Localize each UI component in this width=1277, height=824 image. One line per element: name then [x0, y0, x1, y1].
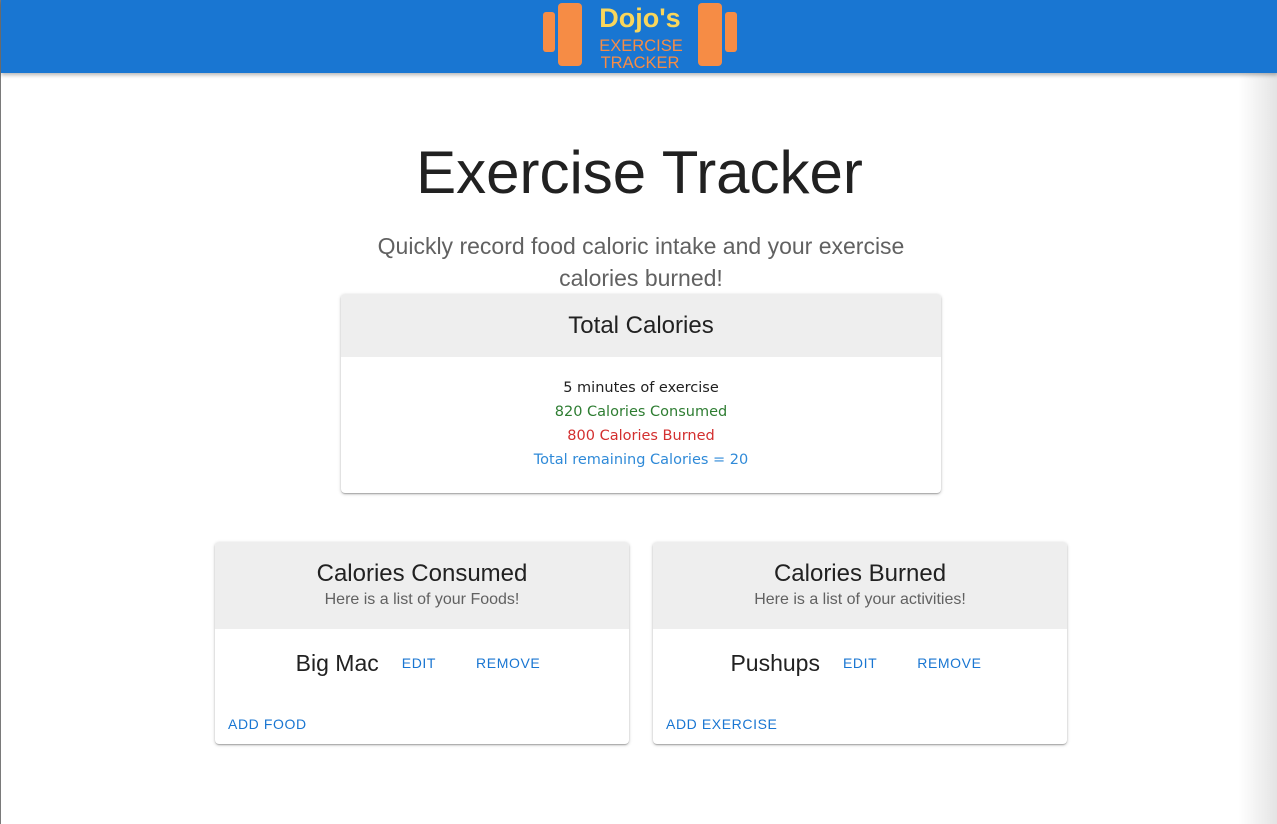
remove-food-button[interactable]: REMOVE: [468, 649, 548, 677]
edit-exercise-button[interactable]: EDIT: [835, 649, 885, 677]
logo-line-3: TRACKER: [601, 54, 680, 70]
logo-line-1: Dojo's: [599, 3, 680, 33]
calories-burned-title: Calories Burned: [773, 560, 947, 587]
remaining-calories: Total remaining Calories = 20: [533, 452, 749, 468]
calories-burned-total: 800 Calories Burned: [567, 428, 715, 444]
page-subtitle: Quickly record food caloric intake and y…: [377, 233, 905, 291]
calories-burned-subtitle: Here is a list of your activities!: [754, 591, 966, 608]
calories-consumed-title: Calories Consumed: [316, 560, 528, 587]
calories-consumed-card: Calories Consumed Here is a list of your…: [215, 542, 629, 744]
list-item: Pushups EDIT REMOVE: [653, 647, 1067, 679]
calorie-stats: 5 minutes of exercise 820 Calories Consu…: [341, 357, 941, 472]
calories-burned-header: Calories Burned Here is a list of your a…: [653, 542, 1067, 629]
edit-food-button[interactable]: EDIT: [394, 649, 444, 677]
calories-consumed-header: Calories Consumed Here is a list of your…: [215, 542, 629, 629]
calories-burned-card: Calories Burned Here is a list of your a…: [653, 542, 1067, 744]
exercise-item-name: Pushups: [730, 649, 820, 676]
food-item-name: Big Mac: [295, 649, 379, 676]
page-title: Exercise Tracker: [416, 139, 863, 206]
logo-line-2: EXERCISE: [599, 37, 682, 55]
list-item: Big Mac EDIT REMOVE: [215, 647, 629, 679]
total-calories-header: Total Calories: [341, 294, 941, 357]
exercise-minutes: 5 minutes of exercise: [563, 380, 719, 396]
dumbbell-icon[interactable]: Dojo's EXERCISE TRACKER: [542, 2, 740, 70]
total-calories-title: Total Calories: [568, 312, 714, 339]
remove-exercise-button[interactable]: REMOVE: [909, 649, 989, 677]
calories-consumed-subtitle: Here is a list of your Foods!: [324, 591, 520, 608]
total-calories-card: Total Calories 5 minutes of exercise 820…: [341, 294, 941, 493]
calories-consumed-total: 820 Calories Consumed: [554, 404, 728, 420]
add-food-button[interactable]: ADD FOOD: [220, 710, 315, 738]
app-bar: Dojo's EXERCISE TRACKER: [1, 0, 1277, 73]
add-exercise-button[interactable]: ADD EXERCISE: [658, 710, 785, 738]
